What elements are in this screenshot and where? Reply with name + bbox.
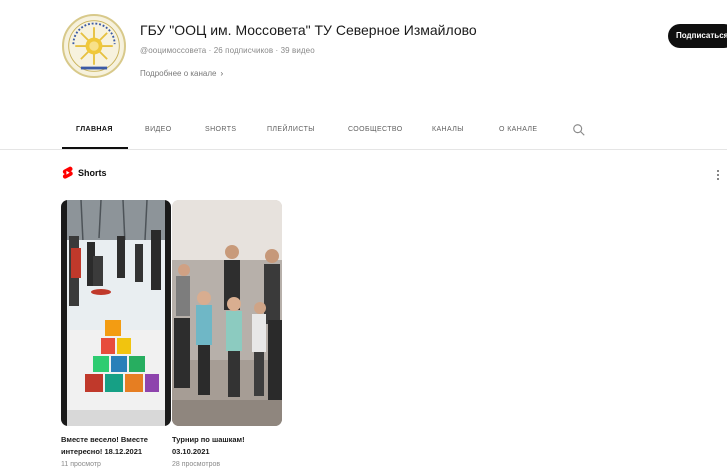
channel-meta: @ооцимоссовета · 26 подписчиков · 39 вид… — [140, 46, 315, 55]
channel-header: ГБУ "ООЦ им. Моссовета" ТУ Северное Изма… — [0, 0, 727, 110]
channel-logo-icon — [65, 17, 123, 75]
search-icon[interactable] — [572, 123, 586, 137]
tab-shorts[interactable]: SHORTS — [205, 126, 236, 133]
channel-tabs: ГЛАВНАЯ ВИДЕО SHORTS ПЛЕЙЛИСТЫ СООБЩЕСТВ… — [0, 118, 727, 150]
tab-channels[interactable]: КАНАЛЫ — [432, 126, 464, 133]
tab-about[interactable]: О КАНАЛЕ — [499, 126, 537, 133]
shorts-section-title: Shorts — [78, 168, 107, 178]
chevron-right-icon: › — [220, 69, 224, 78]
channel-avatar[interactable] — [62, 14, 126, 78]
tab-videos[interactable]: ВИДЕО — [145, 126, 172, 133]
short-thumbnail[interactable] — [172, 200, 282, 426]
tab-community[interactable]: СООБЩЕСТВО — [348, 126, 403, 133]
short-card[interactable]: Турнир по шашкам! 03.10.2021 28 просмотр… — [172, 200, 282, 468]
channel-more-label: Подробнее о канале — [140, 69, 217, 78]
short-views: 28 просмотров — [172, 461, 221, 468]
more-vert-icon[interactable] — [715, 168, 721, 182]
short-views: 11 просмотр — [61, 461, 101, 468]
active-tab-underline — [62, 147, 128, 149]
short-thumbnail[interactable] — [61, 200, 171, 426]
short-title[interactable]: Вместе весело! Вместе интересно! 18.12.2… — [61, 434, 169, 458]
shorts-icon — [62, 166, 73, 179]
tab-playlists[interactable]: ПЛЕЙЛИСТЫ — [267, 126, 315, 133]
short-title[interactable]: Турнир по шашкам! 03.10.2021 — [172, 434, 280, 458]
subscribe-button[interactable]: Подписаться — [668, 24, 727, 48]
channel-more-link[interactable]: Подробнее о канале › — [140, 69, 223, 78]
tab-home[interactable]: ГЛАВНАЯ — [76, 126, 113, 133]
short-thumbnail-image — [172, 200, 282, 426]
short-thumbnail-image — [61, 200, 171, 426]
short-card[interactable]: Вместе весело! Вместе интересно! 18.12.2… — [61, 200, 171, 468]
channel-name: ГБУ "ООЦ им. Моссовета" ТУ Северное Изма… — [140, 22, 477, 38]
